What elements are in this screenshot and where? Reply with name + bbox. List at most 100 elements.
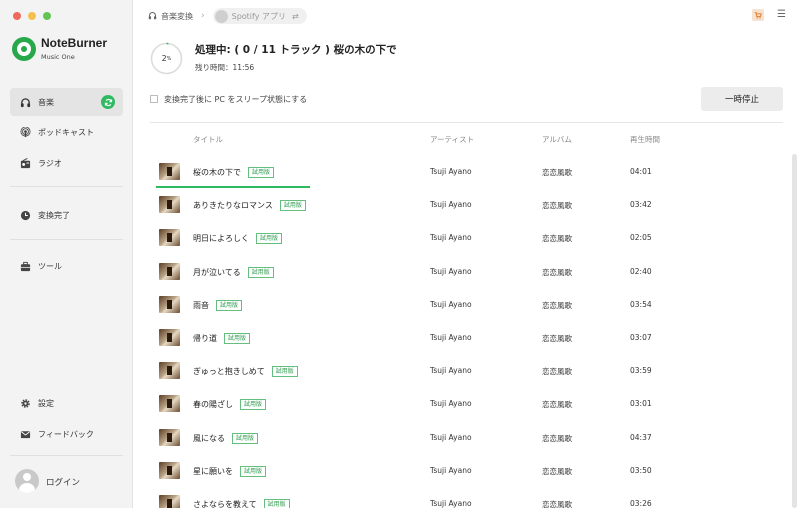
table-row[interactable]: 雨音 試用版 Tsuji Ayano 恋恋風歌 03:54	[150, 288, 783, 321]
track-title: 月が泣いてる 試用版	[193, 266, 274, 278]
trial-badge: 試用版	[263, 498, 290, 508]
trial-badge: 試用版	[279, 200, 306, 212]
radio-icon	[19, 157, 31, 169]
trial-badge: 試用版	[247, 266, 274, 278]
column-header-artist[interactable]: アーティスト	[430, 134, 474, 145]
track-artist: Tsuji Ayano	[430, 167, 472, 176]
track-artist: Tsuji Ayano	[430, 465, 472, 475]
track-artist: Tsuji Ayano	[430, 299, 472, 309]
mail-icon	[19, 428, 31, 440]
track-title-text: 桜の木の下で	[193, 168, 241, 177]
sidebar-item-label: ラジオ	[38, 158, 62, 168]
track-album: 恋恋風歌	[542, 333, 572, 343]
chevron-right-icon: ›	[201, 11, 205, 21]
trial-badge: 試用版	[232, 432, 259, 444]
maximize-window-button[interactable]	[43, 12, 51, 20]
table-row[interactable]: 星に願いを 試用版 Tsuji Ayano 恋恋風歌 03:50	[150, 454, 783, 487]
sidebar-item-settings[interactable]: 設定	[10, 389, 123, 417]
track-album: 恋恋風歌	[542, 400, 572, 410]
sleep-after-convert-label[interactable]: 変換完了後に PC をスリープ状態にする	[164, 94, 307, 105]
trial-badge: 試用版	[240, 465, 267, 477]
album-art	[159, 362, 180, 380]
gear-icon	[19, 397, 31, 409]
breadcrumb-music-convert[interactable]: 音楽変換	[161, 11, 193, 22]
track-title-text: さよならを教えて	[193, 499, 257, 508]
remaining-time-label: 残り時間：	[195, 63, 233, 72]
album-art	[159, 163, 180, 180]
track-title: 星に願いを 試用版	[193, 465, 267, 477]
sidebar: NoteBurner Music One 音楽 ポッドキャスト ラジオ 変換完了	[0, 0, 133, 508]
sidebar-item-podcast[interactable]: ポッドキャスト	[10, 118, 123, 146]
swap-icon: ⇄	[291, 11, 299, 21]
album-art	[159, 295, 180, 313]
track-duration: 03:01	[630, 399, 652, 409]
track-artist: Tsuji Ayano	[430, 266, 472, 276]
table-row[interactable]: 月が泣いてる 試用版 Tsuji Ayano 恋恋風歌 02:40	[150, 255, 783, 288]
track-title: 雨音 試用版	[193, 299, 243, 311]
track-album: 恋恋風歌	[542, 267, 572, 277]
sync-icon	[101, 95, 115, 109]
cart-icon[interactable]	[752, 9, 764, 21]
track-duration: 03:59	[630, 366, 652, 376]
app-logo: NoteBurner Music One	[12, 36, 107, 61]
sidebar-divider	[10, 455, 123, 456]
close-window-button[interactable]	[13, 12, 21, 20]
track-duration: 04:37	[630, 432, 652, 442]
table-row[interactable]: さよならを教えて 試用版 Tsuji Ayano 恋恋風歌 03:26	[150, 487, 783, 508]
track-title: 春の陽ざし 試用版	[193, 399, 267, 411]
track-title-text: 月が泣いてる	[193, 267, 241, 277]
column-header-duration[interactable]: 再生時間	[630, 134, 660, 145]
progress-percent-unit: %	[166, 55, 172, 62]
track-title-text: 風になる	[193, 433, 225, 443]
table-row[interactable]: ありきたりなロマンス 試用版 Tsuji Ayano 恋恋風歌 03:42	[150, 188, 783, 221]
track-title: さよならを教えて 試用版	[193, 498, 290, 508]
avatar[interactable]	[15, 469, 39, 493]
table-row[interactable]: 桜の木の下で 試用版 Tsuji Ayano 恋恋風歌 04:01	[150, 155, 783, 188]
login-link[interactable]: ログイン	[46, 476, 80, 488]
source-selector[interactable]: Spotify アプリ ⇄	[212, 8, 307, 24]
sidebar-item-converted[interactable]: 変換完了	[10, 201, 123, 229]
minimize-window-button[interactable]	[28, 12, 36, 20]
album-art	[159, 461, 180, 479]
album-art	[159, 328, 180, 346]
sidebar-item-music[interactable]: 音楽	[10, 88, 123, 116]
track-title-text: ありきたりなロマンス	[193, 201, 273, 211]
track-title: 明日によろしく 試用版	[193, 233, 283, 245]
track-album: 恋恋風歌	[542, 201, 572, 211]
top-bar: 音楽変換 › Spotify アプリ ⇄ ☰	[134, 0, 800, 30]
track-title: 帰り道 試用版	[193, 332, 251, 344]
track-artist: Tsuji Ayano	[430, 332, 472, 342]
sidebar-item-label: 音楽	[38, 97, 54, 107]
pause-button[interactable]: 一時停止	[701, 87, 783, 111]
track-album: 恋恋風歌	[542, 234, 572, 244]
table-row[interactable]: 明日によろしく 試用版 Tsuji Ayano 恋恋風歌 02:05	[150, 221, 783, 254]
breadcrumb: 音楽変換 › Spotify アプリ ⇄	[148, 8, 307, 24]
sidebar-item-label: 設定	[38, 398, 54, 408]
track-album: 恋恋風歌	[542, 499, 572, 508]
track-title: ぎゅっと抱きしめて 試用版	[193, 366, 298, 378]
column-header-title[interactable]: タイトル	[193, 134, 223, 145]
track-artist: Tsuji Ayano	[430, 498, 472, 508]
sleep-after-convert-checkbox[interactable]	[150, 95, 158, 103]
sidebar-item-radio[interactable]: ラジオ	[10, 149, 123, 177]
trial-badge: 試用版	[256, 233, 283, 245]
sidebar-item-feedback[interactable]: フィードバック	[10, 420, 123, 448]
table-row[interactable]: 風になる 試用版 Tsuji Ayano 恋恋風歌 04:37	[150, 421, 783, 454]
track-album: 恋恋風歌	[542, 168, 572, 177]
menu-icon[interactable]: ☰	[777, 9, 786, 20]
sidebar-item-label: 変換完了	[38, 210, 70, 220]
table-row[interactable]: ぎゅっと抱きしめて 試用版 Tsuji Ayano 恋恋風歌 03:59	[150, 354, 783, 387]
table-row[interactable]: 春の陽ざし 試用版 Tsuji Ayano 恋恋風歌 03:01	[150, 387, 783, 420]
window-controls	[13, 12, 51, 20]
trial-badge: 試用版	[216, 299, 243, 311]
table-row[interactable]: 帰り道 試用版 Tsuji Ayano 恋恋風歌 03:07	[150, 321, 783, 354]
trial-badge: 試用版	[224, 332, 251, 344]
clock-icon	[19, 209, 31, 221]
podcast-icon	[19, 126, 31, 138]
track-artist: Tsuji Ayano	[430, 432, 472, 442]
scrollbar[interactable]	[792, 154, 797, 508]
album-art	[159, 395, 180, 413]
sidebar-item-tools[interactable]: ツール	[10, 252, 123, 280]
track-duration: 02:05	[630, 233, 652, 243]
column-header-album[interactable]: アルバム	[542, 134, 572, 145]
